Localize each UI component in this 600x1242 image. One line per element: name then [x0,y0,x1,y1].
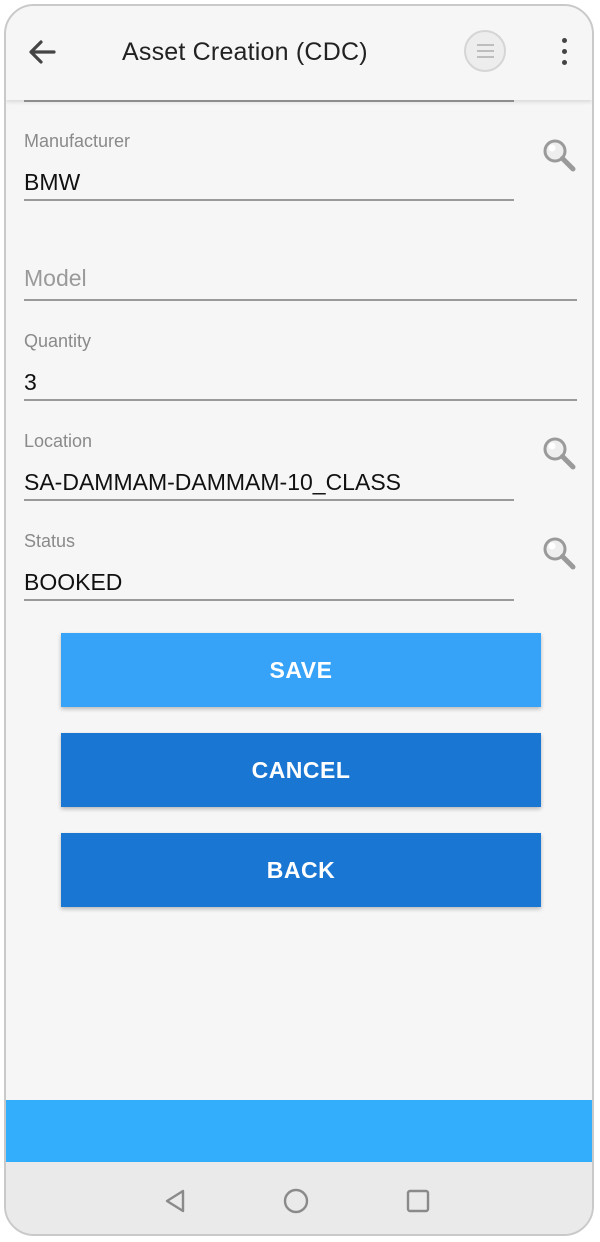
more-vertical-icon[interactable] [554,36,574,68]
page-title: Asset Creation (CDC) [122,38,368,66]
manufacturer-underline [24,199,514,201]
phone-frame: Asset Creation (CDC) Manufacturer BMW Mo… [4,4,594,1236]
quantity-underline [24,399,577,401]
location-field[interactable]: Location SA-DAMMAM-DAMMAM-10_CLASS [24,431,514,503]
nav-home-circle-icon[interactable] [281,1186,311,1216]
manufacturer-label: Manufacturer [24,131,131,151]
model-field[interactable]: Model [24,261,577,303]
model-underline [24,299,577,301]
manufacturer-search-icon[interactable] [540,136,578,174]
status-search-icon[interactable] [540,534,578,572]
location-search-icon[interactable] [540,434,578,472]
status-underline [24,599,514,601]
manufacturer-field[interactable]: Manufacturer BMW [24,131,514,203]
status-field[interactable]: Status BOOKED [24,531,514,603]
location-underline [24,499,514,501]
location-value[interactable]: SA-DAMMAM-DAMMAM-10_CLASS [24,469,401,496]
nav-back-triangle-icon[interactable] [160,1186,190,1216]
list-circle-icon[interactable] [464,30,506,72]
arrow-left-icon[interactable] [24,34,60,70]
quantity-field[interactable]: Quantity 3 [24,331,577,403]
manufacturer-value[interactable]: BMW [24,169,80,196]
quantity-value[interactable]: 3 [24,369,37,396]
footer-bar [6,1100,592,1162]
status-value[interactable]: BOOKED [24,569,122,596]
model-input[interactable]: Model [24,265,87,292]
previous-field-underline [24,100,514,102]
app-bar: Asset Creation (CDC) [6,6,592,100]
cancel-button[interactable]: CANCEL [61,733,541,807]
nav-recents-square-icon[interactable] [403,1186,433,1216]
quantity-label: Quantity [24,331,92,351]
back-button[interactable]: BACK [61,833,541,907]
system-navigation-bar [6,1162,592,1234]
save-button[interactable]: SAVE [61,633,541,707]
location-label: Location [24,431,93,451]
status-label: Status [24,531,76,551]
